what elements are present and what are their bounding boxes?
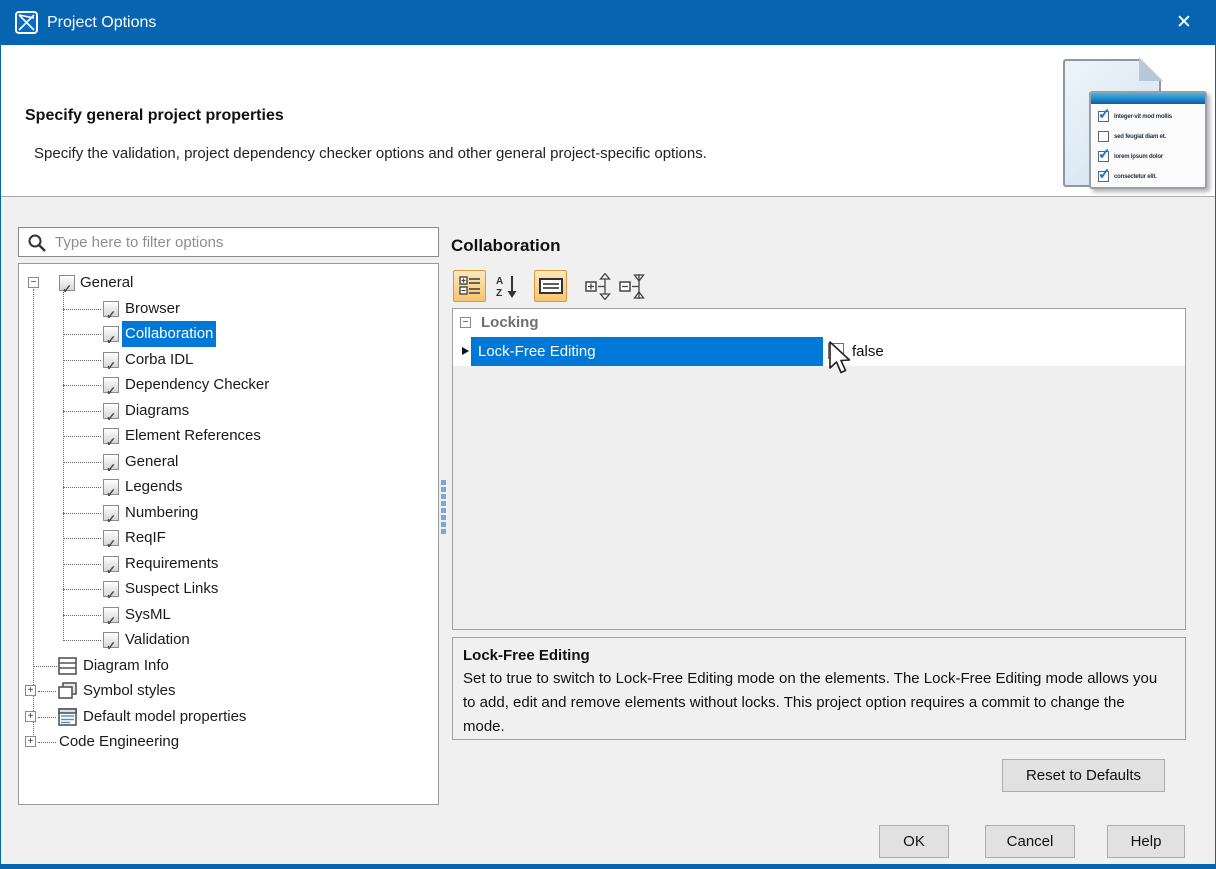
options-tree: − ✓ General ✓ Browser ✓ Collaboration ✓ … [18, 263, 439, 805]
tree-item-requirements[interactable]: ✓ Requirements [19, 551, 438, 577]
property-name[interactable]: Lock-Free Editing [471, 337, 823, 366]
group-row-locking[interactable]: − Locking [453, 309, 1185, 337]
ok-button[interactable]: OK [879, 825, 949, 858]
checked-box-icon: ✓ [1098, 171, 1109, 182]
filter-box [18, 227, 439, 257]
checkbox[interactable]: ✓ [103, 607, 119, 623]
checkbox[interactable]: ✓ [103, 632, 119, 648]
checklist-row: ✓ consectetur elit. [1098, 170, 1157, 183]
titlebar: Project Options ✕ [1, 0, 1215, 45]
checklist-titlebar-graphic [1091, 93, 1205, 104]
checkbox[interactable]: ✓ [103, 556, 119, 572]
categorized-view-icon [459, 276, 481, 296]
checkbox[interactable]: ✓ [103, 581, 119, 597]
row-marker-icon [462, 347, 469, 355]
tree-item-browser[interactable]: ✓ Browser [19, 296, 438, 322]
checklist-row: sed feugiat diam et. [1098, 130, 1166, 143]
tree-item-validation[interactable]: ✓ Validation [19, 627, 438, 653]
expand-toggle-icon[interactable]: + [25, 711, 36, 722]
page-fold-graphic [1139, 57, 1163, 81]
property-grid: − Locking Lock-Free Editing false [452, 308, 1186, 630]
reset-to-defaults-button[interactable]: Reset to Defaults [1002, 759, 1165, 792]
close-button[interactable]: ✕ [1167, 0, 1201, 45]
checked-box-icon: ✓ [1098, 111, 1109, 122]
tree-item-suspect-links[interactable]: ✓ Suspect Links [19, 576, 438, 602]
property-row-lock-free-editing[interactable]: Lock-Free Editing false [453, 337, 1185, 366]
svg-text:Z: Z [496, 288, 502, 299]
tree-item-diagrams[interactable]: ✓ Diagrams [19, 398, 438, 424]
tree-item-symbol-styles[interactable]: + Symbol styles [19, 678, 438, 704]
tree-item-sysml[interactable]: ✓ SysML [19, 602, 438, 628]
model-properties-icon [58, 708, 77, 726]
header-subtitle: Specify the validation, project dependen… [34, 145, 707, 162]
tree-item-general-root[interactable]: − ✓ General [19, 270, 438, 296]
panel-title: Collaboration [451, 236, 561, 256]
collapse-all-button[interactable] [619, 273, 647, 300]
symbol-styles-icon [58, 682, 77, 700]
description-text: Set to true to switch to Lock-Free Editi… [463, 667, 1163, 739]
tree-item-corba-idl[interactable]: ✓ Corba IDL [19, 347, 438, 373]
tree-item-element-references[interactable]: ✓ Element References [19, 423, 438, 449]
tree-item-numbering[interactable]: ✓ Numbering [19, 500, 438, 526]
checklist-row: ✓ Integer-vit mod mollis [1098, 110, 1172, 123]
show-description-button[interactable] [534, 270, 567, 302]
expand-all-button[interactable] [585, 273, 613, 300]
app-icon [15, 11, 38, 34]
svg-text:A: A [496, 276, 503, 287]
description-icon [539, 278, 563, 294]
tree-item-code-engineering[interactable]: + Code Engineering [19, 729, 438, 755]
checkbox[interactable]: ✓ [103, 530, 119, 546]
search-icon [27, 233, 47, 253]
selected-tree-item[interactable]: Collaboration [122, 321, 216, 347]
checkbox[interactable]: ✓ [103, 377, 119, 393]
expand-toggle-icon[interactable]: + [25, 736, 36, 747]
checkbox[interactable]: ✓ [103, 301, 119, 317]
checkbox[interactable]: ✓ [103, 352, 119, 368]
project-options-dialog: Project Options ✕ Specify general projec… [0, 0, 1216, 869]
tree-item-default-model-properties[interactable]: + Default model properties [19, 704, 438, 730]
group-label: Locking [481, 309, 539, 337]
sort-alphabetically-button[interactable]: A Z [495, 273, 522, 300]
tree-item-diagram-info[interactable]: Diagram Info [19, 653, 438, 679]
tree-item-legends[interactable]: ✓ Legends [19, 474, 438, 500]
description-title: Lock-Free Editing [463, 644, 1175, 667]
checkbox[interactable]: ✓ [103, 454, 119, 470]
tree-item-dependency-checker[interactable]: ✓ Dependency Checker [19, 372, 438, 398]
property-value[interactable]: false [852, 337, 884, 366]
checkbox[interactable]: ✓ [103, 403, 119, 419]
checked-box-icon: ✓ [1098, 151, 1109, 162]
collapse-toggle-icon[interactable]: − [28, 277, 39, 288]
filter-input[interactable] [55, 229, 435, 255]
description-panel: Lock-Free Editing Set to true to switch … [452, 637, 1186, 740]
dialog-header: Specify general project properties Speci… [1, 45, 1215, 197]
tree-item-general[interactable]: ✓ General [19, 449, 438, 475]
window-title: Project Options [47, 0, 156, 45]
unchecked-box-icon [1098, 131, 1109, 142]
tree-item-collaboration[interactable]: ✓ Collaboration [19, 321, 438, 347]
help-button[interactable]: Help [1107, 825, 1185, 858]
checkbox[interactable]: ✓ [103, 326, 119, 342]
categorized-view-button[interactable] [453, 270, 486, 302]
value-checkbox[interactable] [828, 343, 844, 359]
diagram-info-icon [58, 657, 77, 675]
checkbox[interactable]: ✓ [103, 505, 119, 521]
panel-splitter[interactable] [441, 478, 447, 548]
cancel-button[interactable]: Cancel [985, 825, 1075, 858]
checklist-row: ✓ lorem ipsum dolor [1098, 150, 1163, 163]
checkbox[interactable]: ✓ [103, 479, 119, 495]
options-illustration: ✓ Integer-vit mod mollis sed feugiat dia… [1057, 51, 1209, 193]
checklist-graphic: ✓ Integer-vit mod mollis sed feugiat dia… [1089, 91, 1207, 189]
tree-item-reqif[interactable]: ✓ ReqIF [19, 525, 438, 551]
expand-toggle-icon[interactable]: + [25, 685, 36, 696]
collapse-group-icon[interactable]: − [460, 317, 471, 328]
checkbox[interactable]: ✓ [59, 275, 75, 291]
checkbox[interactable]: ✓ [103, 428, 119, 444]
header-title: Specify general project properties [25, 107, 284, 125]
